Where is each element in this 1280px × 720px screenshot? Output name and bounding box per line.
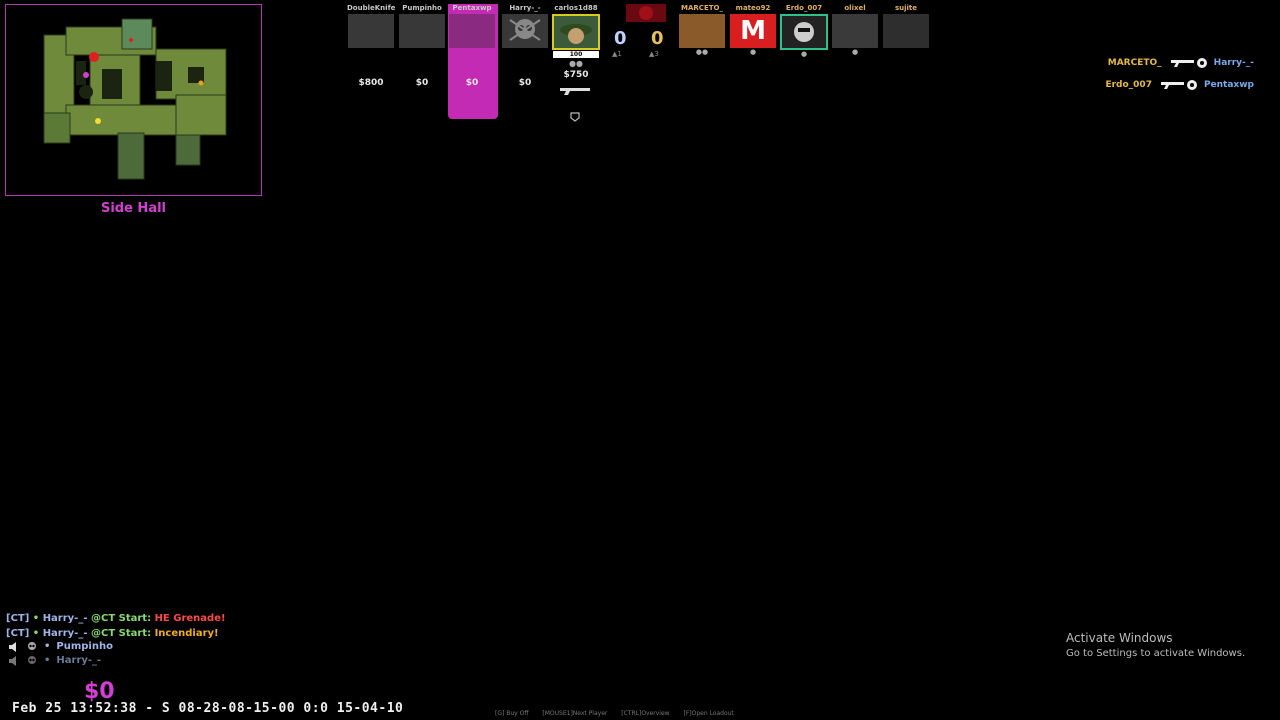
ct-player-card-spectated[interactable]: Pentaxwp $0 [448, 4, 498, 119]
player-name: sujite [894, 4, 918, 12]
speaker-icon [9, 642, 16, 652]
t-player-card[interactable]: sujite [882, 4, 930, 48]
chat-sender: Harry-_- [42, 628, 88, 639]
hint-loadout: [F]Open Loadout [683, 710, 734, 717]
player-money: $800 [358, 78, 384, 88]
skull-icon [509, 19, 541, 41]
chat-team-tag: [CT] [6, 628, 30, 639]
killer-name: Erdo_007 [1105, 80, 1152, 90]
radar-location-label: Side Hall [100, 201, 167, 216]
player-avatar [348, 14, 394, 48]
player-avatar [883, 14, 929, 48]
ct-player-card[interactable]: Harry-_- $0 [501, 4, 549, 88]
hint-buy: [G] Buy Off [495, 710, 529, 717]
kill-feed: MARCETO_ Harry-_- Erdo_007 Pentaxwp [1054, 52, 1254, 96]
voice-speaker: • Harry-_- [8, 654, 113, 668]
victim-name: Pentaxwp [1203, 80, 1254, 90]
t-player-card[interactable]: MARCETO_ ●● [678, 4, 726, 56]
player-avatar [780, 14, 828, 50]
player-health-bar: 100 [553, 51, 599, 58]
location-dot-icon: • [44, 641, 51, 652]
ct-score: 0 [614, 28, 627, 49]
t-player-card[interactable]: Erdo_007 ● [780, 4, 828, 58]
chat-prefix: @CT Start: [90, 628, 152, 639]
player-name: Erdo_007 [785, 4, 823, 12]
speaker-muted-icon [9, 656, 16, 666]
player-avatar [552, 14, 600, 50]
windows-activation-watermark: Activate Windows Go to Settings to activ… [1066, 631, 1245, 659]
defuse-kit-icon [570, 112, 580, 122]
t-player-card[interactable]: mateo92 M ● [729, 4, 777, 56]
player-avatar [832, 14, 878, 48]
player-name: carlos1d88 [554, 4, 598, 12]
player-avatar [449, 14, 495, 48]
kill-feed-entry: Erdo_007 Pentaxwp [1054, 74, 1254, 96]
chat-message: [CT] • Harry-_- @CT Start: Incendiary! [6, 626, 226, 641]
player-avatar [502, 14, 548, 48]
location-dot-icon: • [32, 613, 40, 624]
t-round-sub: ▲3 [649, 50, 659, 58]
player-avatar [399, 14, 445, 48]
kill-feed-entry: MARCETO_ Harry-_- [1054, 52, 1254, 74]
player-money: $0 [415, 78, 429, 88]
skull-icon [28, 642, 36, 650]
watermark-subtitle: Go to Settings to activate Windows. [1066, 648, 1246, 659]
killer-name: MARCETO_ [1107, 58, 1162, 68]
player-name: Pumpinho [402, 4, 442, 12]
equipment-icon: ● [749, 48, 757, 56]
voice-speaker-name: Pumpinho [56, 641, 113, 652]
voice-chat-list: • Pumpinho • Harry-_- [8, 640, 113, 668]
headshot-icon [1196, 58, 1207, 68]
headshot-icon [1186, 80, 1197, 90]
ct-player-card[interactable]: DoubleKnife0 $800 [347, 4, 395, 88]
victim-name: Harry-_- [1213, 58, 1254, 68]
t-score: 0 [651, 28, 664, 49]
avatar-image [794, 22, 814, 42]
skull-icon [28, 656, 36, 664]
chat-item: HE Grenade! [154, 613, 226, 624]
player-money: $0 [518, 78, 532, 88]
chat-prefix: @CT Start: [90, 613, 152, 624]
player-name: olixel [844, 4, 866, 12]
ct-round-sub: ▲1 [612, 50, 622, 58]
player-money: $750 [563, 70, 589, 80]
voice-speaker-name: Harry-_- [56, 655, 102, 666]
chat-log: [CT] • Harry-_- @CT Start: HE Grenade! [… [6, 611, 226, 641]
equipment-icon: ●● [695, 48, 709, 56]
chat-message: [CT] • Harry-_- @CT Start: HE Grenade! [6, 611, 226, 626]
spectator-hints: [G] Buy Off [MOUSE1]Next Player [CTRL]Ov… [495, 710, 746, 717]
watermark-title: Activate Windows [1066, 631, 1173, 645]
player-money: $0 [465, 78, 479, 88]
player-name: mateo92 [735, 4, 771, 12]
hint-next-player: [MOUSE1]Next Player [542, 710, 608, 717]
player-avatar-m-logo: M [730, 14, 776, 48]
player-avatar [679, 14, 725, 48]
player-name: Pentaxwp [452, 4, 492, 12]
voice-speaker: • Pumpinho [8, 640, 113, 654]
t-player-card[interactable]: olixel ● [831, 4, 879, 56]
pistol-icon [1170, 60, 1194, 67]
player-name: Harry-_- [509, 4, 541, 12]
location-dot-icon: • [32, 628, 40, 639]
avatar-image [560, 24, 592, 44]
equipment-icon: ● [851, 48, 859, 56]
location-dot-icon: • [44, 655, 51, 666]
chat-team-tag: [CT] [6, 613, 30, 624]
pistol-icon [1160, 82, 1184, 89]
chat-sender: Harry-_- [42, 613, 88, 624]
ct-player-card-alive[interactable]: carlos1d88 100 ●● $750 [552, 4, 600, 99]
hint-overview: [CTRL]Overview [621, 710, 670, 717]
demo-timestamp: Feb 25 13:52:38 - S 08-28-08-15-00 0:0 1… [12, 701, 404, 716]
player-name: MARCETO_ [681, 4, 723, 12]
bomb-timer-icon [626, 4, 666, 22]
pistol-icon [560, 88, 590, 95]
chat-item: Incendiary! [154, 628, 219, 639]
player-name: DoubleKnife0 [347, 4, 395, 12]
equipment-icon: ●● [569, 59, 583, 68]
ct-player-card[interactable]: Pumpinho $0 [398, 4, 446, 88]
